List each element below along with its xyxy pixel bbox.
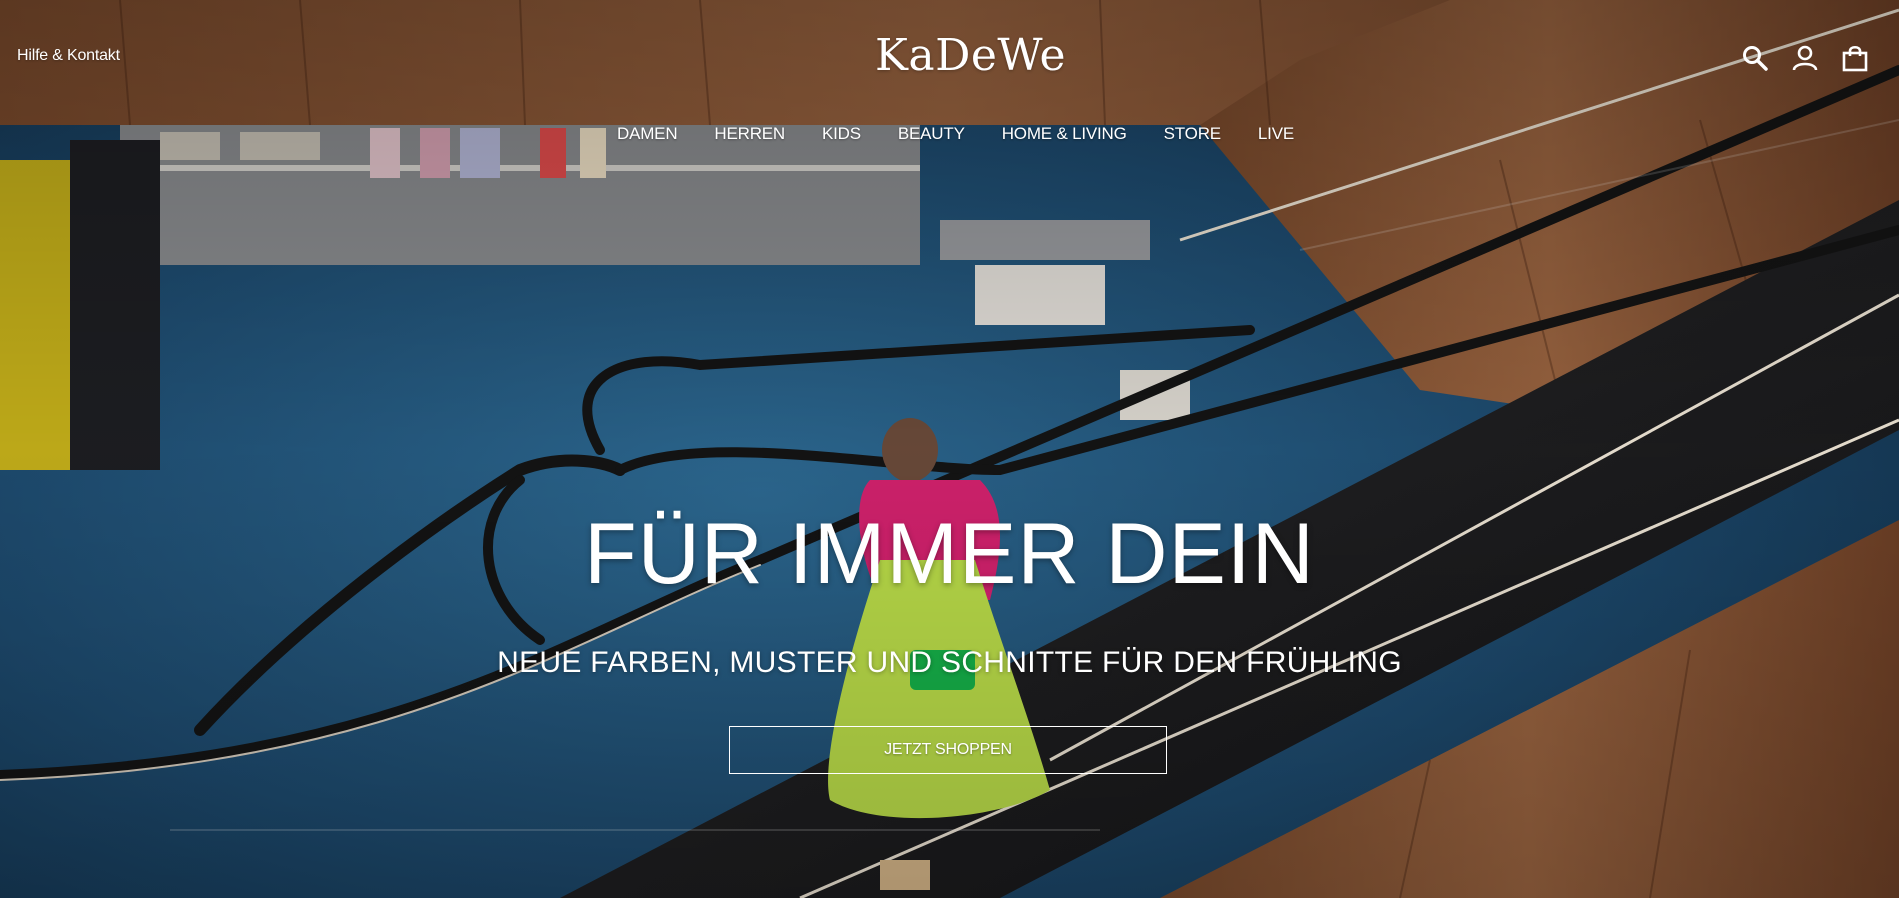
nav-item-home-living[interactable]: HOME & LIVING xyxy=(1002,124,1127,144)
nav-item-damen[interactable]: DAMEN xyxy=(617,124,678,144)
header-actions xyxy=(1741,44,1869,72)
site-header: Hilfe & Kontakt KaDeWe xyxy=(0,0,1899,120)
hero-headline: FÜR IMMER DEIN xyxy=(584,506,1315,602)
help-contact-link[interactable]: Hilfe & Kontakt xyxy=(17,47,120,65)
nav-item-kids[interactable]: KIDS xyxy=(822,124,861,144)
main-navigation: DAMEN HERREN KIDS BEAUTY HOME & LIVING S… xyxy=(0,124,1899,144)
nav-item-live[interactable]: LIVE xyxy=(1258,124,1294,144)
nav-item-beauty[interactable]: BEAUTY xyxy=(898,124,965,144)
search-icon[interactable] xyxy=(1741,44,1769,72)
shop-now-button[interactable]: JETZT SHOPPEN xyxy=(729,726,1167,774)
account-icon[interactable] xyxy=(1791,44,1819,72)
shopping-bag-icon[interactable] xyxy=(1841,44,1869,72)
nav-item-store[interactable]: STORE xyxy=(1164,124,1221,144)
hero-subline: NEUE FARBEN, MUSTER UND SCHNITTE FÜR DEN… xyxy=(497,646,1402,679)
nav-item-herren[interactable]: HERREN xyxy=(714,124,785,144)
kadewe-logo[interactable]: KaDeWe xyxy=(875,30,1066,82)
